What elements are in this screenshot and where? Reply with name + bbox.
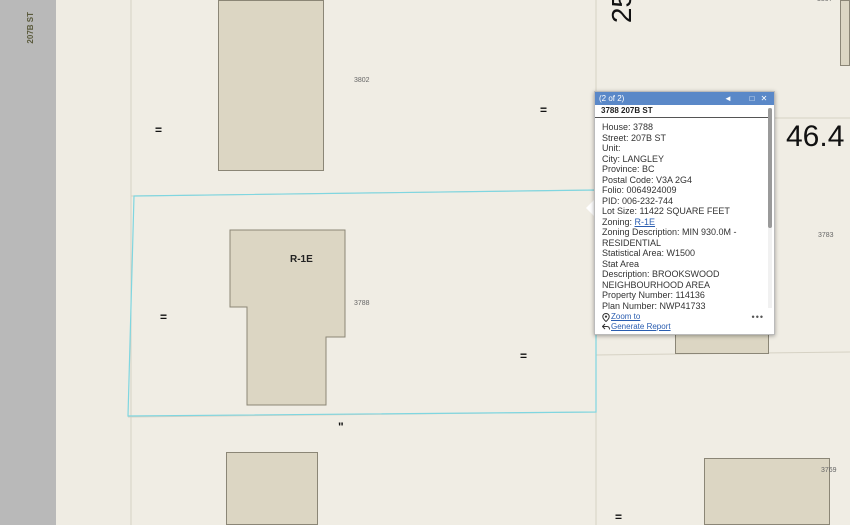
field-street: Street: 207B ST (602, 132, 667, 143)
tick-mark: = (520, 349, 527, 363)
zone-label: R-1E (290, 254, 313, 265)
previous-icon[interactable]: ◄ (722, 94, 734, 103)
tick-mark: " (338, 420, 344, 434)
popup-body: House: 3788 Street: 207B ST Unit: City: … (595, 118, 774, 312)
address-label: 3807 (817, 0, 833, 3)
building-3769 (704, 458, 830, 525)
field-province: Province: BC (602, 164, 655, 174)
popup-count: (2 of 2) (599, 94, 625, 103)
dimension-label: 46.4 (786, 120, 845, 153)
scroll-thumb[interactable] (768, 108, 772, 228)
address-label: 3788 (354, 300, 370, 307)
field-stat-area: Stat Area (602, 258, 640, 269)
popup-title: 3788 207B ST (595, 105, 768, 118)
back-arrow-icon (602, 323, 610, 330)
popup-header: (2 of 2) ◄ □ ✕ (595, 92, 774, 105)
field-zoning-description: Zoning Description: MIN 930.0M - RESIDEN… (602, 227, 737, 248)
field-folio: Folio: 0064924009 (602, 185, 677, 195)
field-property-number: Property Number: 114136 (602, 290, 705, 300)
popup-scrollbar[interactable] (768, 108, 772, 308)
address-label: 3783 (818, 232, 834, 239)
building-3788 (229, 229, 346, 406)
field-zoning: Zoning: R-1E (602, 217, 768, 228)
address-label: 3802 (354, 77, 370, 84)
tick-mark: = (160, 310, 167, 324)
info-popup: (2 of 2) ◄ □ ✕ 3788 207B ST House: 3788 … (594, 91, 775, 335)
road-number-label: 25 (606, 0, 637, 24)
tick-mark: = (540, 103, 547, 117)
more-options-icon[interactable]: ••• (752, 312, 764, 322)
generate-report-link[interactable]: Generate Report (611, 322, 671, 332)
building-3802 (218, 0, 324, 171)
close-icon[interactable]: ✕ (758, 94, 770, 103)
field-city: City: LANGLEY (602, 153, 665, 164)
field-house: House: 3788 (602, 122, 654, 132)
field-pid: PID: 006-232-744 (602, 195, 674, 206)
zoom-to-link[interactable]: Zoom to (611, 312, 640, 322)
tick-mark: = (615, 510, 622, 524)
zoning-link[interactable]: R-1E (635, 217, 656, 227)
building-3769-west (226, 452, 318, 525)
building-3807 (840, 0, 850, 66)
popup-pointer (586, 200, 594, 216)
field-statistical-area: Statistical Area: W1500 (602, 248, 696, 258)
field-unit: Unit: (602, 143, 621, 153)
field-postal-code: Postal Code: V3A 2G4 (602, 174, 693, 185)
field-description: Description: BROOKSWOOD NEIGHBOURHOOD AR… (602, 269, 720, 290)
generate-report-action[interactable]: Generate Report (602, 322, 768, 332)
zoom-to-action[interactable]: Zoom to (602, 312, 768, 322)
zoning-label: Zoning: (602, 216, 635, 227)
field-plan-number: Plan Number: NWP41733 (602, 300, 706, 311)
popup-actions: Zoom to Generate Report ••• (602, 312, 768, 332)
address-label: 3769 (821, 467, 837, 474)
field-lot-size: Lot Size: 11422 SQUARE FEET (602, 206, 730, 216)
maximize-icon[interactable]: □ (746, 94, 758, 103)
pin-icon (602, 312, 610, 322)
tick-mark: = (155, 123, 162, 137)
